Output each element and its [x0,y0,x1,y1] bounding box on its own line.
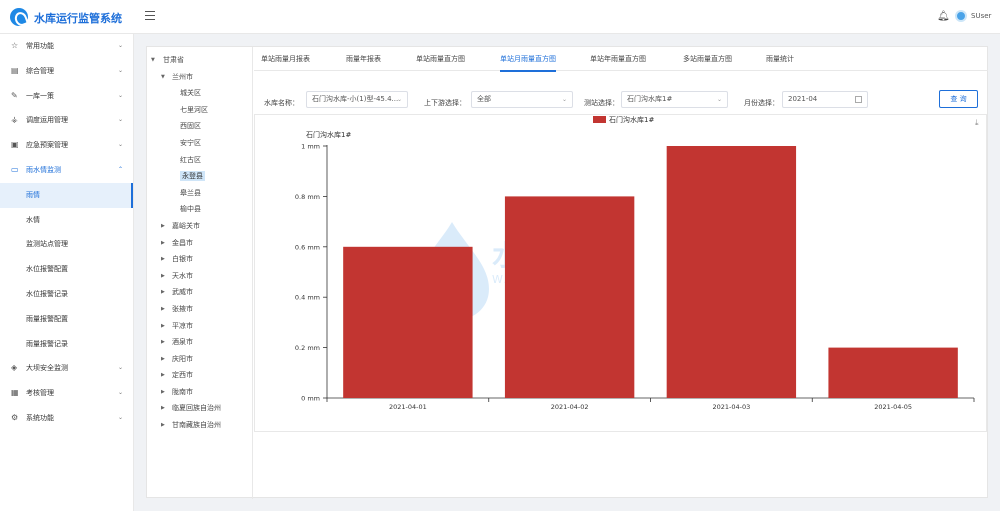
y-tick-label: 0.8 mm [295,193,320,201]
sidebar-item-label: 综合管理 [26,66,54,75]
y-tick-label: 0.2 mm [295,344,320,352]
sidebar-item-label: 考核管理 [26,389,54,398]
bar [343,246,473,398]
sidebar-subitem-2[interactable]: 监测站点管理 [0,232,133,257]
chevron-down-icon: ⌄ [117,413,123,421]
chevron-down-icon: ⌄ [117,66,123,74]
sidebar-item-6[interactable]: ◈ 大坝安全监测 ⌄ [0,356,133,381]
sidebar-item-label: 雨水情监测 [26,165,61,174]
x-tick-label: 2021-04-05 [874,403,912,411]
user-avatar[interactable] [955,10,967,22]
sidebar-item-5[interactable]: ▭ 雨水情监测 ⌃ [0,158,133,183]
sidebar-item-label: 一库一策 [26,91,54,100]
sidebar-item-7[interactable]: ▦ 考核管理 ⌄ [0,381,133,406]
sidebar-item-label: 调度运用管理 [26,116,68,125]
sidebar: ☆ 常用功能 ⌄ ▤ 综合管理 ⌄ ✎ 一库一策 ⌄ ⚶ 调度运用管理 ⌄ ▣ 应急预案管理 ⌄ ▭ 雨水情监测… [0,34,134,511]
x-tick-label: 2021-04-02 [551,403,589,411]
dispatch-icon: ⚶ [11,115,18,125]
bell-icon[interactable]: 🔔︎ [937,11,950,22]
gear-icon: ⚙ [11,412,19,422]
app-title: 水库运行监管系统 [34,12,122,25]
grid-icon: ▤ [11,65,19,75]
sidebar-item-2[interactable]: ✎ 一库一策 ⌄ [0,84,133,109]
y-tick-label: 1 mm [301,143,320,151]
chevron-down-icon: ⌄ [117,389,123,397]
sidebar-item-label: 应急预案管理 [26,141,68,150]
bar [504,196,635,398]
edit-icon: ✎ [11,90,18,100]
y-tick-label: 0.4 mm [295,294,320,302]
y-tick-label: 0 mm [301,395,320,403]
bar [828,347,958,398]
sidebar-subitem-1[interactable]: 水情 [0,208,133,233]
monitor-icon: ▭ [11,164,19,174]
sidebar-subitem-0[interactable]: 雨情 [0,182,133,208]
x-tick-label: 2021-04-03 [712,403,750,411]
top-header: 水库运行监管系统 🔔︎ SUser [0,0,1000,34]
sidebar-item-4[interactable]: ▣ 应急预案管理 ⌄ [0,133,133,158]
x-tick-label: 2021-04-01 [389,403,427,411]
chevron-down-icon: ⌄ [117,116,123,124]
sidebar-item-8[interactable]: ⚙ 系统功能 ⌄ [0,406,133,431]
app-logo-icon [10,8,28,26]
sidebar-subitem-5[interactable]: 雨量报警配置 [0,307,133,332]
legend-swatch [593,116,606,123]
legend-label: 石门沟水库1# [609,115,654,124]
sidebar-item-3[interactable]: ⚶ 调度运用管理 ⌄ [0,108,133,133]
rainfall-bar-chart: 水迅通WATER WAY石门沟水库1#石门沟水库1#0 mm0.2 mm0.4 … [295,115,975,411]
sidebar-item-1[interactable]: ▤ 综合管理 ⌄ [0,59,133,84]
chevron-down-icon: ⌄ [117,42,123,49]
bar [666,146,797,398]
chevron-up-icon: ⌃ [117,165,123,173]
sidebar-item-label: 系统功能 [26,413,54,422]
chevron-down-icon: ⌄ [117,364,123,372]
sidebar-subitem-4[interactable]: 水位报警记录 [0,282,133,307]
main-panel: ▼ 甘肃省 ▼ 兰州市 城关区 七里河区 西固区 安宁区 红古区 永登县 皋兰县 榆中县 ▶ 嘉峪关市 ▶ 金… [146,46,988,499]
sidebar-subitem-3[interactable]: 水位报警配置 [0,257,133,282]
menu-collapse-icon[interactable] [145,11,155,21]
y-tick-label: 0.6 mm [295,243,320,251]
chevron-down-icon: ⌄ [117,91,123,99]
briefcase-icon: ▣ [11,140,19,150]
user-name[interactable]: SUser [971,12,991,20]
star-icon: ☆ [11,41,19,50]
sidebar-item-0[interactable]: ☆ 常用功能 ⌄ [0,34,133,59]
chevron-down-icon: ⌄ [117,141,123,149]
sidebar-item-label: 常用功能 [26,42,54,50]
dam-icon: ◈ [11,363,18,373]
sidebar-subitem-6[interactable]: 雨量报警记录 [0,332,133,357]
sidebar-item-label: 大坝安全监测 [26,364,68,373]
assess-icon: ▦ [11,388,19,398]
y-axis-label: 石门沟水库1# [306,130,351,139]
